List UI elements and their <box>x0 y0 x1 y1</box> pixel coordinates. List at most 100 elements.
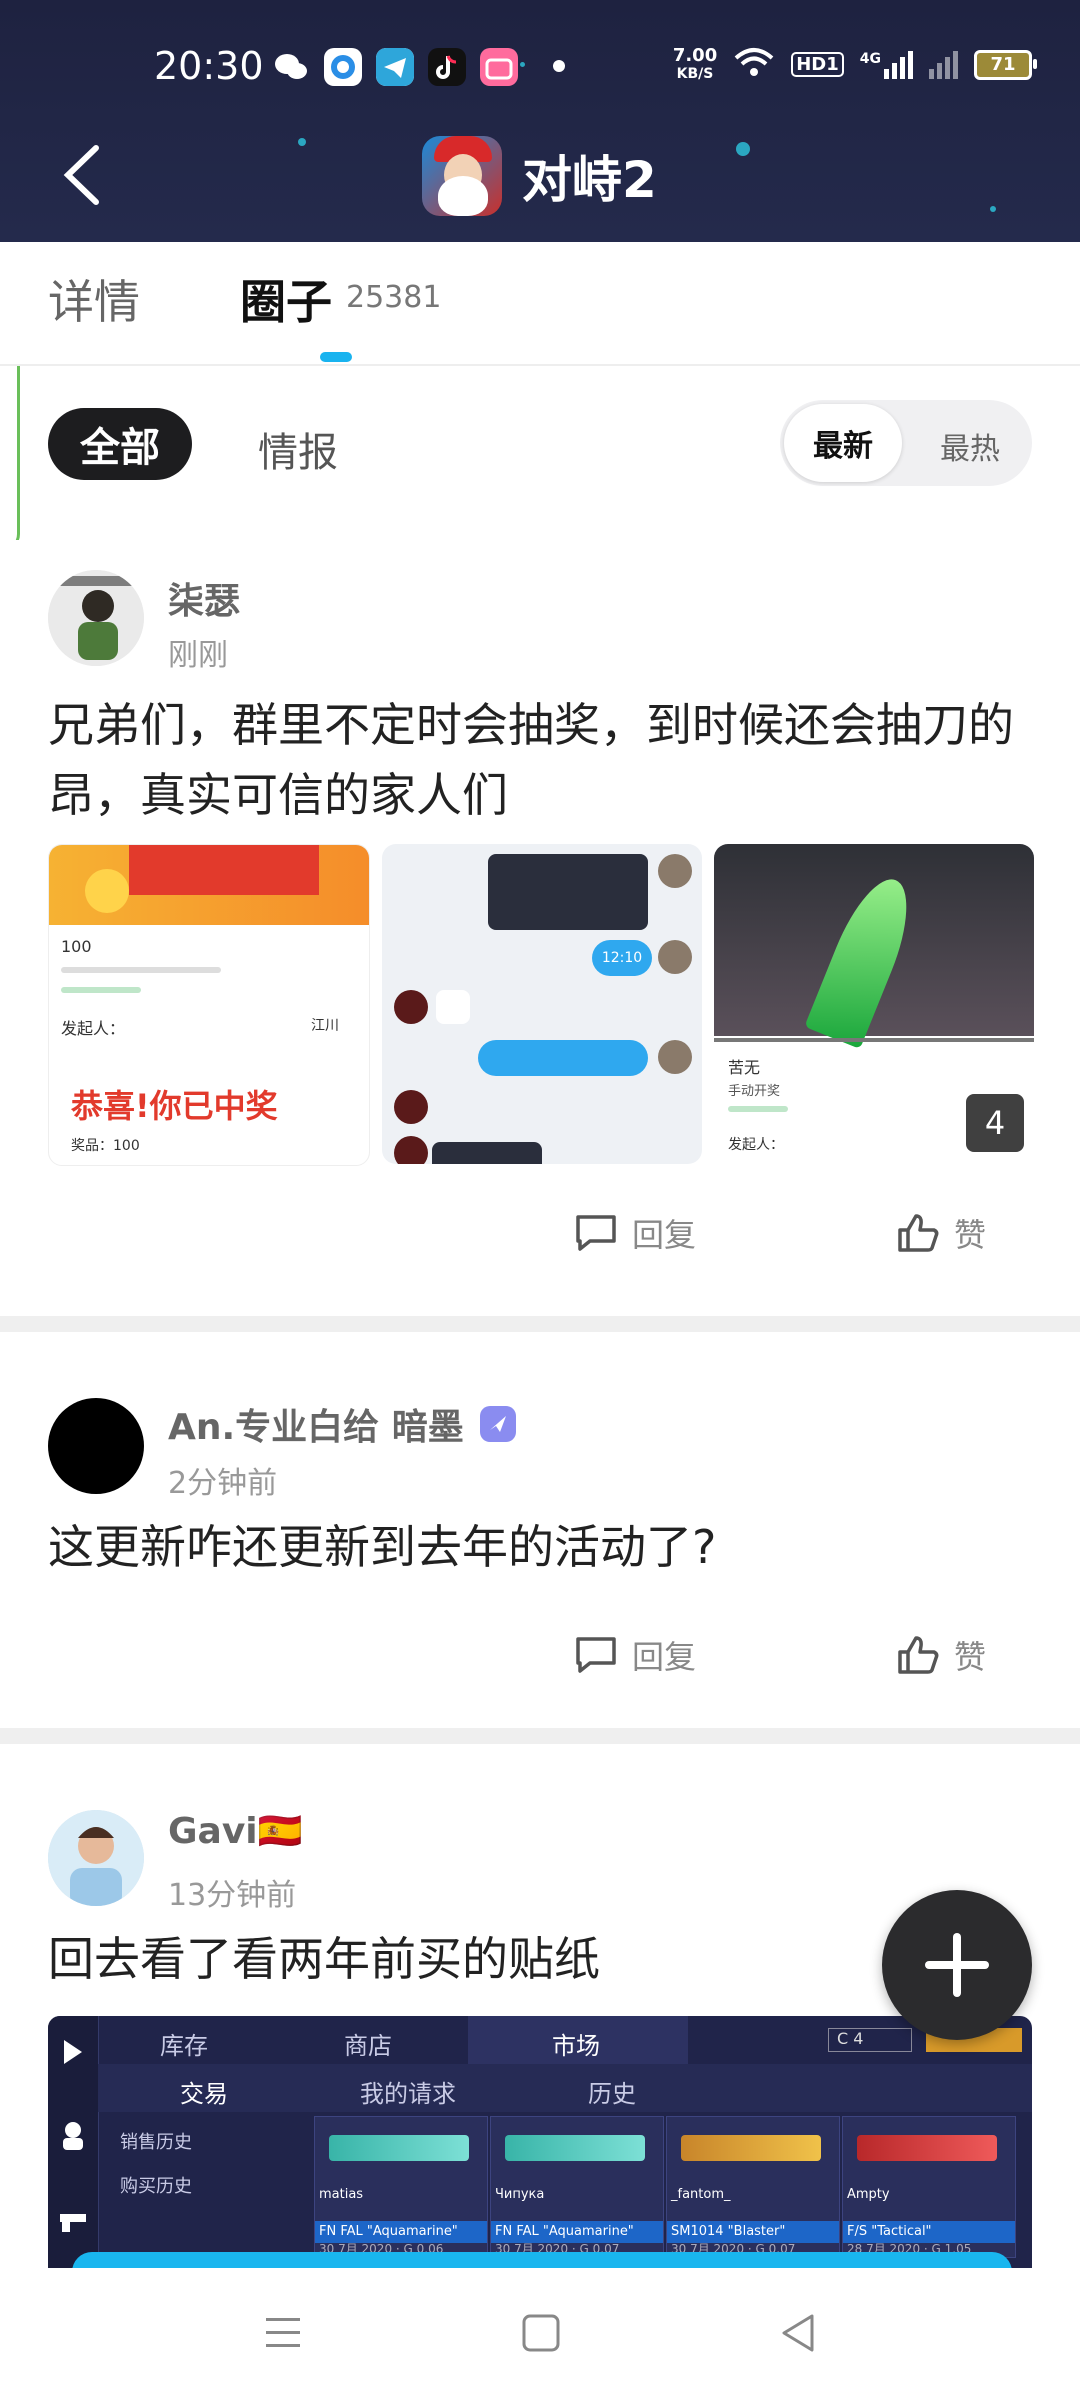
post-divider <box>0 1728 1080 1744</box>
img3-initiator: 发起人： <box>728 1137 784 1153</box>
post-image-game[interactable]: 库存 商店 市场 C 4 交易 我的请求 历史 销售历史 购买历史 matias… <box>48 2016 1032 2268</box>
author-name[interactable]: 柒瑟 <box>168 572 240 624</box>
post-time: 2分钟前 <box>168 1466 278 1501</box>
img3-name: 苦无 <box>728 1058 761 1077</box>
plus-icon <box>925 1933 989 1997</box>
page-title: 对峙2 <box>522 151 657 209</box>
post-time: 13分钟前 <box>168 1878 297 1913</box>
status-time: 20:30 <box>154 44 264 88</box>
post-text[interactable]: 这更新咋还更新到去年的活动了? <box>48 1512 1038 1582</box>
notification-icons <box>272 48 518 86</box>
like-label: 赞 <box>954 1216 987 1254</box>
game-logo <box>422 136 502 216</box>
post-image-3[interactable]: 苦无 手动开奖 发起人： 4 <box>714 844 1034 1164</box>
market-card: matias FN FAL "Aquamarine" 30 7月 2020 · … <box>314 2116 488 2258</box>
market-card: Чипука FN FAL "Aquamarine" 30 7月 2020 · … <box>490 2116 664 2258</box>
home-button[interactable] <box>520 2312 562 2358</box>
author-name[interactable]: Gavi🇪🇸 <box>168 1810 302 1852</box>
like-button[interactable]: 赞 <box>896 1632 986 1678</box>
sort-toggle: 最新 最热 <box>780 400 1032 486</box>
back-button[interactable] <box>56 140 116 210</box>
sort-hottest[interactable]: 最热 <box>940 424 1000 468</box>
img3-type: 手动开奖 <box>728 1084 781 1099</box>
game-subtab-history: 历史 <box>588 2080 636 2108</box>
avatar[interactable] <box>48 570 144 666</box>
post-actions: 回复 赞 <box>0 1632 1080 1692</box>
post-2[interactable]: An.专业白给 暗墨 2分钟前 这更新咋还更新到去年的活动了? 回复 赞 <box>0 1332 1080 1726</box>
sort-newest[interactable]: 最新 <box>784 404 902 482</box>
post-image-1[interactable]: 100 发起人： 江川 恭喜!你已中奖 奖品：100 <box>48 844 370 1166</box>
verified-badge-icon <box>479 1406 516 1442</box>
game-tab-market: 市场 <box>552 2032 600 2060</box>
net-speed-value: 7.00 <box>672 44 718 66</box>
img1-prize: 奖品：100 <box>71 1138 140 1154</box>
image-grid: 100 发起人： 江川 恭喜!你已中奖 奖品：100 12:10 苦无 手动开奖… <box>48 844 1034 1166</box>
net-speed: 7.00 KB/S <box>672 44 718 83</box>
filter-row: 全部 情报 最新 最热 <box>0 400 1080 490</box>
circle-count: 25381 <box>346 280 442 315</box>
hd-badge: HD1 <box>791 52 844 77</box>
back-triangle-icon <box>782 2314 814 2352</box>
status-right: 7.00 KB/S HD1 4G 71 <box>672 44 1037 83</box>
back-nav-button[interactable] <box>778 2312 820 2358</box>
net-speed-unit: KB/S <box>676 65 714 82</box>
img2-bubble-text: 12:10 <box>601 950 643 966</box>
author-name[interactable]: An.专业白给 暗墨 <box>168 1398 518 1450</box>
app-title-group: 对峙2 <box>422 136 657 216</box>
comment-icon <box>576 1215 616 1251</box>
thumbs-up-icon <box>898 1214 939 1252</box>
img1-initiator: 发起人： <box>61 1019 126 1038</box>
game-currency-c: C 4 <box>828 2028 912 2052</box>
reply-button[interactable]: 回复 <box>574 1210 696 1256</box>
network-type: 4G <box>859 50 881 67</box>
filter-news[interactable]: 情报 <box>258 420 338 478</box>
author-name-text: An.专业白给 暗墨 <box>168 1407 464 1448</box>
post-time: 刚刚 <box>168 638 228 673</box>
game-subtab-trade: 交易 <box>180 2080 228 2108</box>
post-divider <box>0 1316 1080 1332</box>
game-subtab-requests: 我的请求 <box>360 2080 456 2108</box>
status-bar: 20:30 7.00 KB/S HD1 4G 71 <box>0 0 1080 130</box>
img1-win-text: 恭喜!你已中奖 <box>71 1087 278 1125</box>
img1-amount: 100 <box>61 937 92 956</box>
system-nav-bar <box>0 2268 1080 2400</box>
game-tab-shop: 商店 <box>344 2032 392 2060</box>
tab-detail[interactable]: 详情 <box>48 266 140 332</box>
menu-icon <box>266 2318 300 2347</box>
market-card: Ampty F/S "Tactical" 28 7月 2020 · G 1.05 <box>842 2116 1016 2258</box>
signal2-icon <box>929 50 958 79</box>
reply-label: 回复 <box>632 1638 697 1676</box>
avatar[interactable] <box>48 1398 144 1494</box>
thumbs-up-icon <box>898 1636 939 1674</box>
post-image-2[interactable]: 12:10 <box>382 844 702 1164</box>
reply-button[interactable]: 回复 <box>574 1632 696 1678</box>
post-1[interactable]: 柒瑟 刚刚 兄弟们，群里不定时会抽奖，到时候还会抽刀的昂，真实可信的家人们 10… <box>0 540 1080 1310</box>
game-sidebar <box>48 2016 99 2268</box>
post-text[interactable]: 兄弟们，群里不定时会抽奖，到时候还会抽刀的昂，真实可信的家人们 <box>48 690 1038 830</box>
menu-button[interactable] <box>262 2312 304 2358</box>
post-actions: 回复 赞 <box>0 1210 1080 1270</box>
like-button[interactable]: 赞 <box>896 1210 986 1256</box>
more-notifications-dot <box>553 60 565 72</box>
comment-icon <box>576 1637 616 1673</box>
bilibili-icon <box>480 48 518 86</box>
game-sales-history: 销售历史 <box>120 2132 192 2153</box>
app-header: 20:30 7.00 KB/S HD1 4G 71 对峙2 <box>0 0 1080 242</box>
avatar[interactable] <box>48 1810 144 1906</box>
filter-all[interactable]: 全部 <box>48 408 192 480</box>
battery-indicator: 71 <box>974 49 1037 80</box>
tiktok-icon <box>428 48 466 86</box>
signal-icon: 4G <box>859 50 913 79</box>
telegram-icon <box>376 48 414 86</box>
tab-circle[interactable]: 圈子 <box>240 266 332 332</box>
home-square-icon <box>522 2314 560 2352</box>
img1-user: 江川 <box>311 1018 339 1034</box>
like-label: 赞 <box>954 1638 987 1676</box>
tab-bar: 详情 圈子 25381 <box>0 242 1080 366</box>
post-text[interactable]: 回去看了看两年前买的贴纸 <box>48 1924 868 1994</box>
wechat-icon <box>272 48 310 86</box>
back-arrow-icon <box>63 145 99 205</box>
market-card: _fantom_ SM1014 "Blaster" 30 7月 2020 · G… <box>666 2116 840 2258</box>
create-post-button[interactable] <box>882 1890 1032 2040</box>
image-count-badge: 4 <box>966 1094 1024 1152</box>
